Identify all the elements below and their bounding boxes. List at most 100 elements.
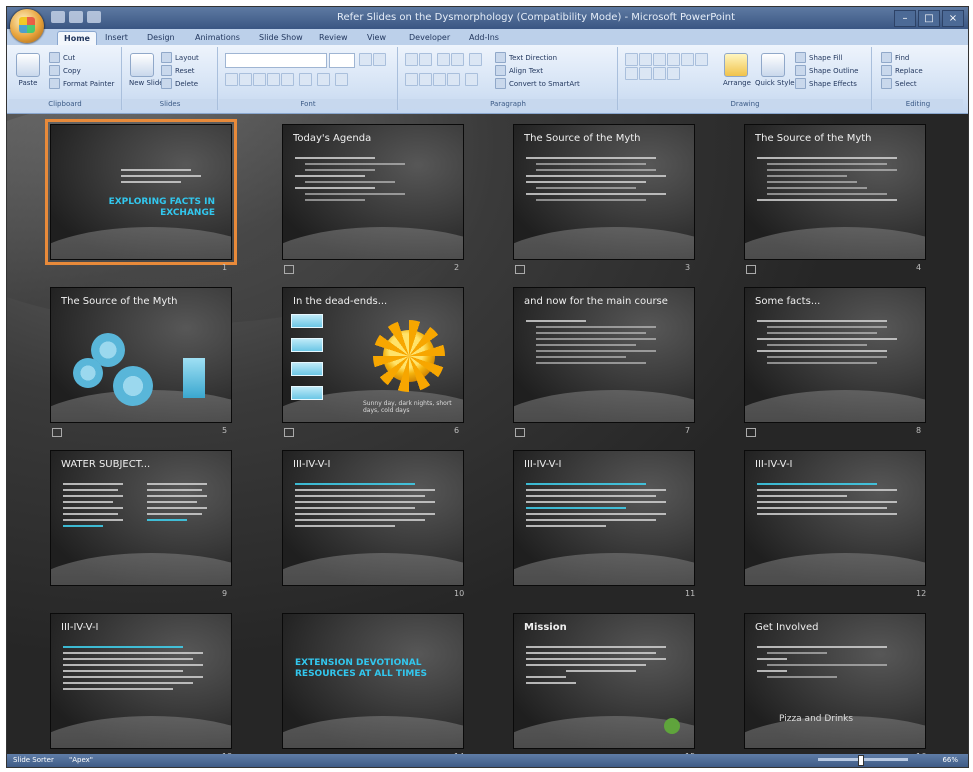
- drawing-label: Drawing: [619, 99, 871, 109]
- paragraph-label: Paragraph: [399, 99, 617, 109]
- gear-icon: [113, 366, 153, 406]
- quick-styles-button[interactable]: Quick Styles: [755, 53, 798, 89]
- tab-design[interactable]: Design: [141, 31, 181, 45]
- select-button[interactable]: Select: [881, 78, 917, 89]
- slide-12-title: III-IV-V-I: [755, 459, 793, 470]
- zoom-slider[interactable]: [818, 755, 908, 766]
- undo-icon[interactable]: [69, 11, 83, 23]
- quick-access-toolbar: [51, 11, 101, 23]
- reset-button[interactable]: Reset: [161, 65, 195, 76]
- shape-callout-icon[interactable]: [625, 67, 638, 80]
- shape-text-icon[interactable]: [653, 67, 666, 80]
- tab-insert[interactable]: Insert: [99, 31, 134, 45]
- font-size-field[interactable]: [329, 53, 355, 68]
- underline-icon[interactable]: [253, 73, 266, 86]
- tab-developer[interactable]: Developer: [403, 31, 456, 45]
- shape-triangle-icon[interactable]: [681, 53, 694, 66]
- tab-view[interactable]: View: [361, 31, 392, 45]
- slide-thumbnail-7[interactable]: and now for the main course: [513, 287, 695, 423]
- slide-thumbnail-13[interactable]: III-IV-V-I: [50, 613, 232, 749]
- tab-add-ins[interactable]: Add-Ins: [463, 31, 505, 45]
- layout-button[interactable]: Layout: [161, 52, 199, 63]
- shape-outline-button[interactable]: Shape Outline: [795, 65, 858, 76]
- increase-indent-icon[interactable]: [451, 53, 464, 66]
- slide-thumbnail-8[interactable]: Some facts...: [744, 287, 926, 423]
- layout-icon: [161, 52, 172, 63]
- slide-8-body: [757, 316, 915, 368]
- slide-thumbnail-12[interactable]: III-IV-V-I: [744, 450, 926, 586]
- shape-arrow-icon[interactable]: [667, 53, 680, 66]
- slide-thumbnail-6[interactable]: In the dead-ends... Sunny day, dark nigh…: [282, 287, 464, 423]
- zoom-knob[interactable]: [858, 755, 864, 766]
- slide-3-title: The Source of the Myth: [524, 133, 641, 144]
- office-button[interactable]: [10, 9, 44, 43]
- find-button[interactable]: Find: [881, 52, 909, 63]
- align-center-icon[interactable]: [419, 73, 432, 86]
- align-right-icon[interactable]: [433, 73, 446, 86]
- shape-more-icon[interactable]: [667, 67, 680, 80]
- slide-thumbnail-9[interactable]: WATER SUBJECT...: [50, 450, 232, 586]
- new-slide-button[interactable]: New Slide: [129, 53, 164, 89]
- slide-6-caption: Sunny day, dark nights, short days, cold…: [363, 400, 452, 414]
- zoom-level[interactable]: 66%: [942, 756, 958, 764]
- text-direction-button[interactable]: Text Direction: [495, 52, 557, 63]
- align-text-button[interactable]: Align Text: [495, 65, 543, 76]
- columns-icon[interactable]: [465, 73, 478, 86]
- slide-number-7: 7: [685, 426, 691, 435]
- slide-thumbnail-1[interactable]: EXPLORING FACTS IN EXCHANGE: [45, 119, 237, 265]
- slide-4-title: The Source of the Myth: [755, 133, 872, 144]
- slide-thumbnail-4[interactable]: The Source of the Myth: [744, 124, 926, 260]
- maximize-button[interactable]: □: [918, 10, 940, 27]
- align-left-icon[interactable]: [405, 73, 418, 86]
- numbering-icon[interactable]: [419, 53, 432, 66]
- italic-icon[interactable]: [239, 73, 252, 86]
- font-name-field[interactable]: [225, 53, 327, 68]
- tab-animations[interactable]: Animations: [189, 31, 246, 45]
- font-color-icon[interactable]: [335, 73, 348, 86]
- shadow-icon[interactable]: [281, 73, 294, 86]
- grow-font-icon[interactable]: [359, 53, 372, 66]
- bold-icon[interactable]: [225, 73, 238, 86]
- replace-button[interactable]: Replace: [881, 65, 923, 76]
- slide-11-title: III-IV-V-I: [524, 459, 562, 470]
- slide-thumbnail-14[interactable]: EXTENSION DEVOTIONAL RESOURCES AT ALL TI…: [282, 613, 464, 749]
- save-icon[interactable]: [51, 11, 65, 23]
- shape-oval-icon[interactable]: [639, 53, 652, 66]
- change-case-icon[interactable]: [317, 73, 330, 86]
- paste-button[interactable]: Paste: [15, 53, 41, 89]
- slide-thumbnail-15[interactable]: Mission: [513, 613, 695, 749]
- shape-line-icon[interactable]: [653, 53, 666, 66]
- slide-thumbnail-5[interactable]: The Source of the Myth: [50, 287, 232, 423]
- slide-thumbnail-10[interactable]: III-IV-V-I: [282, 450, 464, 586]
- copy-button[interactable]: Copy: [49, 65, 81, 76]
- arrange-button[interactable]: Arrange: [723, 53, 751, 89]
- slide-thumbnail-3[interactable]: The Source of the Myth: [513, 124, 695, 260]
- shape-effects-button[interactable]: Shape Effects: [795, 78, 857, 89]
- strikethrough-icon[interactable]: [267, 73, 280, 86]
- char-spacing-icon[interactable]: [299, 73, 312, 86]
- shape-brace-icon[interactable]: [639, 67, 652, 80]
- shape-fill-button[interactable]: Shape Fill: [795, 52, 843, 63]
- cut-button[interactable]: Cut: [49, 52, 75, 63]
- tab-review[interactable]: Review: [313, 31, 354, 45]
- slide-thumbnail-11[interactable]: III-IV-V-I: [513, 450, 695, 586]
- redo-icon[interactable]: [87, 11, 101, 23]
- close-button[interactable]: ×: [942, 10, 964, 27]
- delete-button[interactable]: Delete: [161, 78, 198, 89]
- slide-16-title: Get Involved: [755, 622, 819, 633]
- bullets-icon[interactable]: [405, 53, 418, 66]
- slide-thumbnail-16[interactable]: Get Involved Pizza and Drinks: [744, 613, 926, 749]
- shape-star-icon[interactable]: [695, 53, 708, 66]
- tab-home[interactable]: Home: [57, 31, 97, 46]
- decrease-indent-icon[interactable]: [437, 53, 450, 66]
- line-spacing-icon[interactable]: [469, 53, 482, 66]
- shape-rect-icon[interactable]: [625, 53, 638, 66]
- convert-smartart-button[interactable]: Convert to SmartArt: [495, 78, 580, 89]
- slide-thumbnail-2[interactable]: Today's Agenda: [282, 124, 464, 260]
- tab-slide-show[interactable]: Slide Show: [253, 31, 309, 45]
- minimize-button[interactable]: –: [894, 10, 916, 27]
- format-painter-button[interactable]: Format Painter: [49, 78, 114, 89]
- logo-icon: [664, 718, 680, 734]
- shrink-font-icon[interactable]: [373, 53, 386, 66]
- justify-icon[interactable]: [447, 73, 460, 86]
